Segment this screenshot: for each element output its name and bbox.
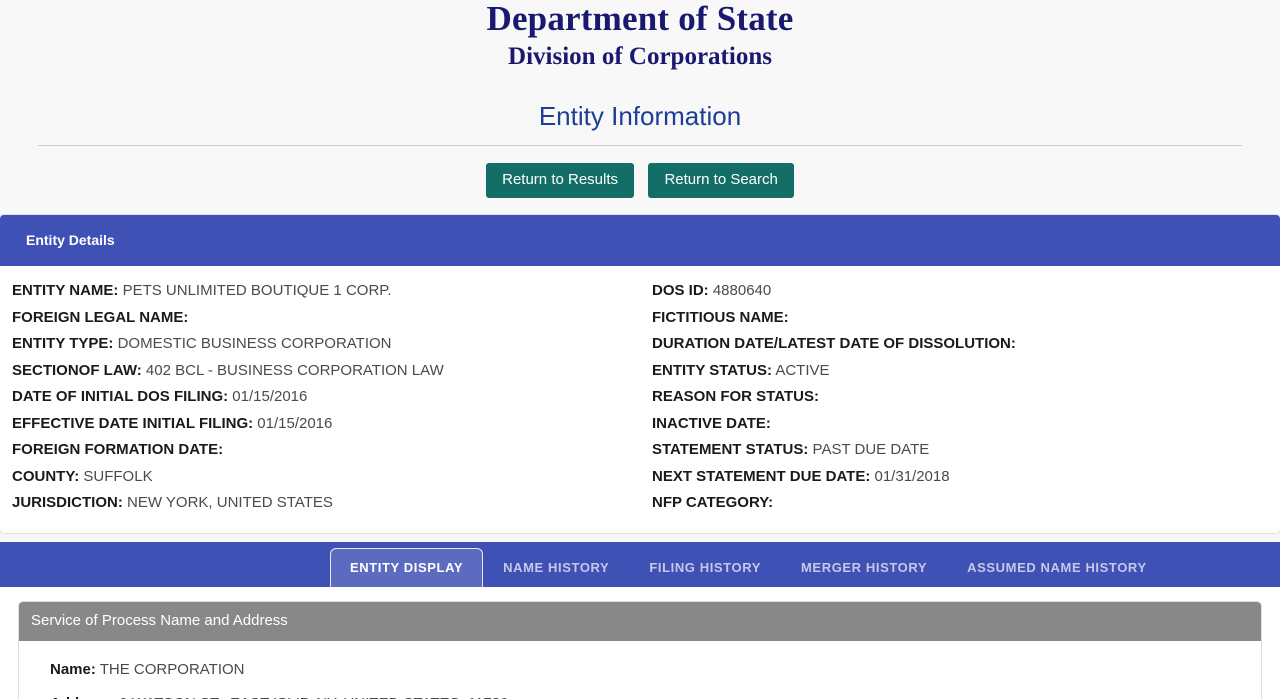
tab-assumed-name-history[interactable]: ASSUMED NAME HISTORY — [947, 548, 1167, 587]
entity-details-header: Entity Details — [0, 215, 1280, 266]
detail-label: NEXT STATEMENT DUE DATE: — [652, 467, 871, 485]
detail-value: 4880640 — [712, 282, 772, 299]
return-to-search-button[interactable]: Return to Search — [648, 163, 794, 198]
service-of-process-address-value: 9 WATSON ST., EAST ISLIP, NY, UNITED STA… — [119, 695, 508, 699]
detail-label: STATEMENT STATUS: — [652, 441, 809, 458]
entity-details-right-column: DOS ID: 4880640 FICTITIOUS NAME: DURATIO… — [0, 278, 1016, 517]
service-of-process-address-row: Address: 9 WATSON ST., EAST ISLIP, NY, U… — [19, 687, 1261, 699]
detail-value: PAST DUE DATE — [812, 441, 930, 458]
service-of-process-panel-title: Service of Process Name and Address — [19, 601, 1261, 641]
department-title: Department of State — [486, 0, 794, 38]
detail-value: ACTIVE — [775, 361, 830, 379]
tab-name-history[interactable]: NAME HISTORY — [483, 548, 629, 587]
detail-label: REASON FOR STATUS: — [652, 388, 819, 405]
detail-value: 01/31/2018 — [874, 467, 950, 485]
page-title: Entity Information — [538, 101, 742, 131]
detail-label: INACTIVE DATE: — [652, 414, 771, 432]
tab-content-area: Service of Process Name and Address Name… — [0, 586, 1280, 699]
service-of-process-name-row: Name: THE CORPORATION — [19, 653, 1261, 687]
division-title: Division of Corporations — [508, 43, 772, 70]
detail-label: FICTITIOUS NAME: — [652, 308, 789, 326]
tab-entity-display[interactable]: ENTITY DISPLAY — [330, 547, 484, 587]
service-of-process-name-value: THE CORPORATION — [99, 660, 245, 678]
service-of-process-name-label: Name: — [50, 660, 96, 678]
detail-label: ENTITY STATUS: — [652, 361, 772, 379]
page-header: Department of State Division of Corporat… — [0, 0, 1280, 146]
entity-details-body: ENTITY NAME: PETS UNLIMITED BOUTIQUE 1 C… — [0, 266, 1280, 533]
action-button-row: Return to Results Return to Search — [0, 146, 1280, 214]
service-of-process-address-label: Address: — [50, 695, 115, 699]
service-of-process-panel-body: Name: THE CORPORATION Address: 9 WATSON … — [19, 641, 1261, 699]
service-of-process-panel: Service of Process Name and Address Name… — [18, 600, 1262, 699]
tab-merger-history[interactable]: MERGER HISTORY — [781, 548, 947, 587]
detail-label: NFP CATEGORY: — [652, 494, 774, 511]
entity-tab-bar: ENTITY DISPLAY NAME HISTORY FILING HISTO… — [0, 541, 1280, 587]
entity-details-card: Entity Details ENTITY NAME: PETS UNLIMIT… — [0, 214, 1280, 534]
return-to-results-button[interactable]: Return to Results — [486, 163, 635, 198]
detail-label: DURATION DATE/LATEST DATE OF DISSOLUTION… — [652, 335, 1016, 352]
tab-filing-history[interactable]: FILING HISTORY — [629, 548, 781, 587]
detail-label: DOS ID: — [652, 282, 709, 299]
